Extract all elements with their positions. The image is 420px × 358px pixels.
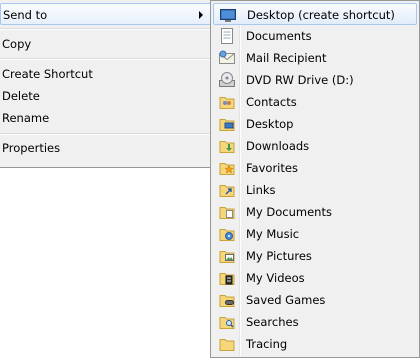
submenu-item-favorites[interactable]: Favorites	[213, 157, 417, 179]
menu-item-rename[interactable]: Rename	[0, 107, 214, 129]
submenu-item-label: Desktop (create shortcut)	[247, 8, 395, 22]
submenu-item-label: My Videos	[246, 271, 305, 285]
submenu-item-label: Desktop	[246, 117, 294, 131]
submenu-item-my-documents[interactable]: My Documents	[213, 201, 417, 223]
submenu-item-saved-games[interactable]: Saved Games	[213, 289, 417, 311]
submenu-item-searches[interactable]: Searches	[213, 311, 417, 333]
my-documents-folder-icon	[219, 207, 235, 219]
submenu-arrow-icon	[199, 11, 203, 19]
menu-item-send-to[interactable]: Send to	[0, 3, 212, 25]
submenu-item-my-pictures[interactable]: My Pictures	[213, 245, 417, 267]
menu-item-label: Create Shortcut	[2, 67, 93, 81]
menu-item-delete[interactable]: Delete	[0, 85, 214, 107]
submenu-item-label: Documents	[246, 29, 312, 43]
submenu-item-my-videos[interactable]: My Videos	[213, 267, 417, 289]
searches-folder-icon	[219, 317, 235, 329]
submenu-item-dvd-drive[interactable]: DVD RW Drive (D:)	[213, 69, 417, 91]
submenu-item-desktop-create-shortcut[interactable]: Desktop (create shortcut)	[213, 3, 417, 25]
menu-item-label: Properties	[2, 141, 61, 155]
menu-item-label: Send to	[3, 8, 48, 22]
submenu-item-label: Links	[246, 183, 276, 197]
menu-item-label: Rename	[2, 111, 50, 125]
submenu-item-my-music[interactable]: My Music	[213, 223, 417, 245]
submenu-item-desktop[interactable]: Desktop	[213, 113, 417, 135]
submenu-item-tracing[interactable]: Tracing	[213, 333, 417, 355]
my-music-folder-icon	[219, 229, 235, 241]
submenu-item-downloads[interactable]: Downloads	[213, 135, 417, 157]
submenu-item-label: Saved Games	[246, 293, 326, 307]
mail-recipient-icon	[219, 50, 235, 64]
submenu-item-label: Downloads	[246, 139, 310, 153]
my-videos-folder-icon	[219, 273, 235, 285]
submenu-item-label: My Pictures	[246, 249, 312, 263]
submenu-item-label: Favorites	[246, 161, 298, 175]
submenu-item-label: DVD RW Drive (D:)	[246, 73, 354, 87]
submenu-item-label: My Documents	[246, 205, 332, 219]
submenu-item-contacts[interactable]: Contacts	[213, 91, 417, 113]
menu-separator	[0, 58, 214, 60]
submenu-item-label: Tracing	[246, 337, 288, 351]
submenu-item-label: Searches	[246, 315, 299, 329]
saved-games-folder-icon	[219, 295, 235, 307]
tracing-folder-icon	[219, 339, 235, 351]
documents-icon	[221, 28, 233, 44]
submenu-item-links[interactable]: Links	[213, 179, 417, 201]
send-to-submenu: Desktop (create shortcut) Documents Mail…	[210, 0, 420, 358]
submenu-item-mail-recipient[interactable]: Mail Recipient	[213, 47, 417, 69]
menu-item-copy[interactable]: Copy	[0, 33, 214, 55]
menu-item-create-shortcut[interactable]: Create Shortcut	[0, 63, 214, 85]
submenu-item-label: Mail Recipient	[246, 51, 327, 65]
menu-item-label: Copy	[2, 37, 32, 51]
submenu-item-documents[interactable]: Documents	[213, 25, 417, 47]
menu-item-label: Delete	[2, 89, 40, 103]
favorites-folder-icon	[219, 163, 235, 175]
downloads-folder-icon	[219, 141, 235, 153]
contacts-folder-icon	[219, 97, 235, 109]
menu-separator	[0, 133, 214, 135]
links-folder-icon	[219, 185, 235, 197]
submenu-item-label: Contacts	[246, 95, 297, 109]
menu-item-properties[interactable]: Properties	[0, 137, 214, 159]
submenu-item-label: My Music	[246, 227, 300, 241]
my-pictures-folder-icon	[219, 251, 235, 263]
menu-separator	[0, 28, 214, 30]
dvd-drive-icon	[219, 72, 235, 87]
desktop-folder-icon	[219, 119, 235, 131]
desktop-shortcut-icon	[220, 9, 236, 22]
context-menu: Send to Copy Create Shortcut Delete Rena…	[0, 0, 218, 168]
